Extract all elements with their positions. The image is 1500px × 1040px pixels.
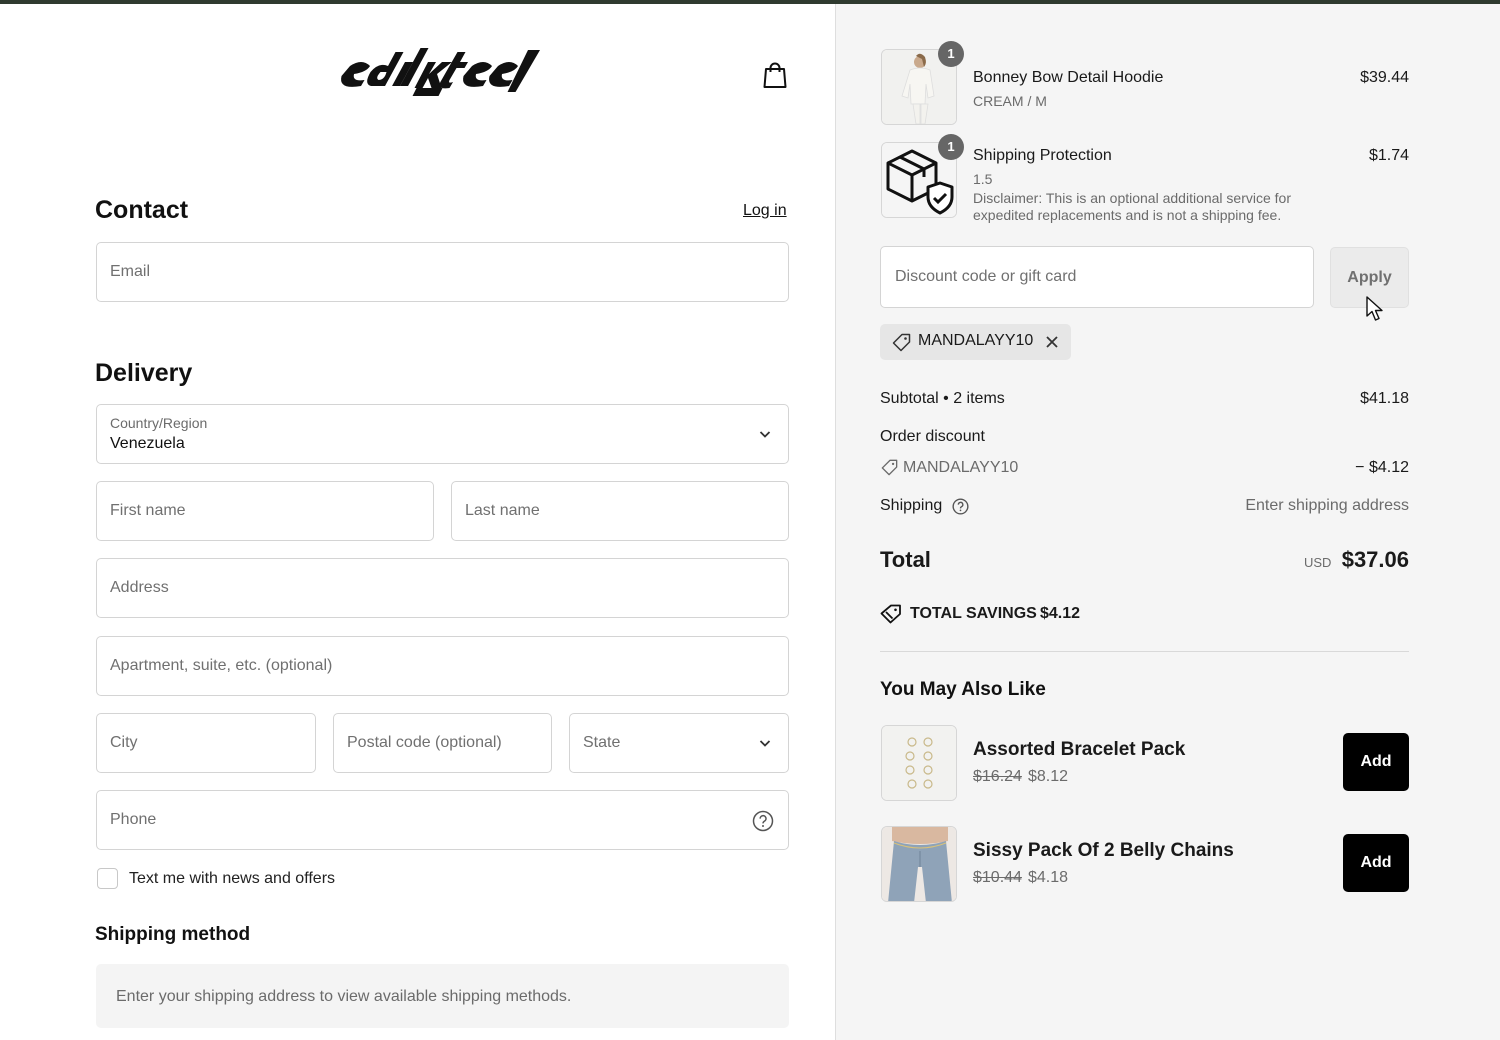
quantity-badge: 1 (938, 41, 964, 67)
recommendation-old-price: $10.44 (973, 869, 1022, 886)
shopping-bag-icon[interactable] (762, 60, 788, 90)
cart-item-price: $39.44 (1360, 69, 1409, 86)
cart-item-name: Shipping Protection (973, 147, 1112, 164)
address-input[interactable] (110, 559, 775, 617)
remove-discount-icon[interactable] (1044, 334, 1060, 350)
add-recommendation-button[interactable]: Add (1343, 834, 1409, 892)
mouse-cursor-icon (1366, 296, 1383, 321)
cart-item-price: $1.74 (1368, 147, 1409, 164)
phone-input[interactable] (110, 791, 775, 849)
phone-field[interactable] (96, 790, 789, 850)
apartment-input[interactable] (110, 637, 775, 695)
discount-code-input[interactable] (895, 247, 1295, 307)
recommendation-sale-price: $8.12 (1028, 768, 1069, 785)
sms-optin-label: Text me with news and offers (129, 870, 336, 887)
city-input[interactable] (110, 714, 302, 772)
shipping-method-notice: Enter your shipping address to view avai… (96, 964, 789, 1028)
recommendation-thumbnail[interactable] (881, 725, 957, 801)
recommendation-name[interactable]: Assorted Bracelet Pack (973, 739, 1185, 761)
store-logo[interactable] (338, 42, 548, 104)
country-select[interactable]: Country/Region Venezuela (96, 404, 789, 464)
chevron-down-icon (759, 740, 771, 747)
recommendations-heading: You May Also Like (880, 679, 1046, 700)
total-value: $37.06 (1341, 547, 1409, 572)
shipping-label: Shipping (880, 497, 943, 514)
shipping-method-message: Enter your shipping address to view avai… (116, 988, 572, 1005)
recommendation-thumbnail[interactable] (881, 826, 957, 902)
cart-item-variant: CREAM / M (973, 93, 1047, 109)
delivery-heading: Delivery (95, 359, 193, 387)
total-savings-value: $4.12 (1040, 605, 1081, 622)
apartment-field[interactable] (96, 636, 789, 696)
sms-optin-checkbox[interactable] (97, 868, 118, 889)
postal-code-input[interactable] (347, 714, 538, 772)
belly-chain-image (882, 827, 956, 901)
savings-tag-icon (880, 604, 901, 624)
country-label: Country/Region (110, 415, 208, 431)
applied-discount-code: MANDALAYY10 (918, 332, 1034, 349)
chevron-down-icon (759, 431, 771, 438)
applied-discount-chip: MANDALAYY10 (880, 324, 1071, 360)
shipping-value: Enter shipping address (1245, 497, 1409, 514)
total-currency: USD (1304, 555, 1332, 570)
state-select[interactable]: State (569, 713, 789, 773)
email-field[interactable] (96, 242, 789, 302)
order-discount-code: MANDALAYY10 (903, 459, 1019, 476)
login-link[interactable]: Log in (743, 202, 787, 220)
email-input[interactable] (110, 243, 775, 301)
city-field[interactable] (96, 713, 316, 773)
recommendation-old-price: $16.24 (973, 768, 1022, 785)
order-discount-value: − $4.12 (1355, 459, 1409, 476)
subtotal-label: Subtotal • 2 items (880, 390, 1005, 407)
address-field[interactable] (96, 558, 789, 618)
recommendation-name[interactable]: Sissy Pack Of 2 Belly Chains (973, 840, 1234, 862)
tag-icon (881, 459, 898, 476)
shipping-method-heading: Shipping method (95, 924, 251, 945)
country-value: Venezuela (110, 435, 185, 452)
bracelet-pack-image (882, 726, 956, 800)
discount-code-field[interactable] (880, 246, 1314, 308)
help-circle-icon[interactable] (752, 810, 774, 832)
tag-icon (892, 333, 911, 352)
state-placeholder: State (583, 734, 621, 751)
last-name-field[interactable] (451, 481, 789, 541)
summary-divider (880, 651, 1409, 652)
shipping-protection-disclaimer: Disclaimer: This is an optional addition… (973, 190, 1291, 223)
total-savings-label: TOTAL SAVINGS (910, 605, 1037, 622)
help-circle-icon[interactable] (952, 498, 969, 515)
cart-item-name: Bonney Bow Detail Hoodie (973, 69, 1164, 86)
subtotal-value: $41.18 (1360, 390, 1409, 407)
total-label: Total (880, 547, 931, 572)
first-name-input[interactable] (110, 482, 420, 540)
first-name-field[interactable] (96, 481, 434, 541)
postal-code-field[interactable] (333, 713, 552, 773)
contact-heading: Contact (95, 196, 189, 224)
quantity-badge: 1 (938, 134, 964, 160)
order-discount-label: Order discount (880, 428, 985, 445)
recommendation-sale-price: $4.18 (1028, 869, 1069, 886)
cart-item-variant: 1.5 (973, 171, 993, 187)
add-recommendation-button[interactable]: Add (1343, 733, 1409, 791)
last-name-input[interactable] (465, 482, 775, 540)
